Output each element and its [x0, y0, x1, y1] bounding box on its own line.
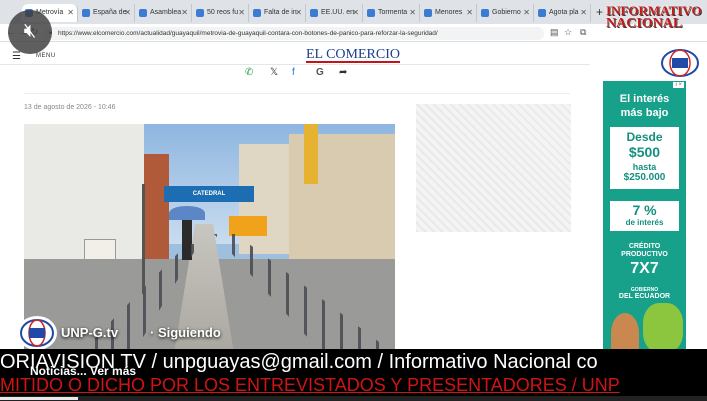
video-progress-track[interactable]	[0, 396, 707, 401]
close-tab-icon[interactable]: ✕	[238, 8, 245, 17]
x-icon[interactable]: 𝕏	[270, 67, 278, 78]
unp-tv-logo-icon	[20, 319, 54, 347]
tab-50-reos[interactable]: 50 reos fu ✕	[193, 4, 249, 22]
url-text: https://www.elcomercio.com/actualidad/gu…	[58, 30, 438, 37]
screen: Metrovía ✕ España de ✕ Asamblea ✕ 50 reos f…	[0, 0, 707, 401]
favicon-icon	[424, 9, 432, 17]
favicon-icon	[253, 9, 261, 17]
lamp-post	[142, 184, 145, 294]
channel-avatar[interactable]	[17, 316, 57, 350]
favicon-icon	[367, 9, 375, 17]
building-yellow	[304, 124, 318, 184]
ad-person-illustration	[611, 313, 639, 353]
close-tab-icon[interactable]: ✕	[181, 8, 188, 17]
building-red	[144, 154, 169, 274]
ad-product-line-2: PRODUCTIVO	[621, 251, 668, 258]
ad-amount-box: Desde $500 hasta $250.000	[610, 127, 679, 189]
facebook-icon[interactable]: f	[292, 67, 295, 78]
google-icon[interactable]: G	[316, 67, 324, 78]
tab-gobierno[interactable]: Gobierno ✕	[478, 4, 534, 22]
ad-banner[interactable]: i × El interés más bajo Desde $500 hasta…	[603, 81, 686, 353]
favicon-icon	[196, 9, 204, 17]
tab-label: Falta de in	[264, 9, 297, 16]
tab-label: Asamblea	[150, 9, 182, 16]
favicon-icon	[538, 9, 546, 17]
share-icon[interactable]: ➦	[339, 67, 347, 78]
close-tab-icon[interactable]: ✕	[580, 8, 587, 17]
ad-gov-line-2: DEL ECUADOR	[618, 293, 671, 300]
close-tab-icon[interactable]: ✕	[523, 8, 530, 17]
ad-desde-label: Desde	[626, 130, 663, 144]
bus	[229, 216, 267, 236]
ad-placeholder	[416, 104, 571, 232]
channel-name[interactable]: UNP-G.tv	[61, 325, 118, 340]
umbrella	[169, 206, 205, 220]
tab-label: Gobierno	[492, 9, 521, 16]
tab-tormenta[interactable]: Tormenta ✕	[364, 4, 420, 22]
favicon-icon	[310, 9, 318, 17]
close-tab-icon[interactable]: ✕	[352, 8, 359, 17]
menu-label[interactable]: MENU	[36, 53, 56, 59]
ad-line-1: El interés	[619, 93, 670, 105]
tab-menores[interactable]: Menores ✕	[421, 4, 477, 22]
tab-label: EE.UU. en	[321, 9, 355, 16]
mute-icon[interactable]: 🔇︎	[8, 10, 52, 54]
favicon-icon	[139, 9, 147, 17]
extensions-icon[interactable]: ⧉	[580, 27, 586, 38]
bus-stop-roof: CATEDRAL	[164, 186, 254, 202]
favicon-icon	[82, 9, 90, 17]
news-see-more-link[interactable]: Noticias... Ver más	[30, 364, 136, 378]
tab-falta[interactable]: Falta de in ✕	[250, 4, 306, 22]
tab-label: Agota pla	[549, 9, 579, 16]
hamburger-icon[interactable]: ☰	[12, 51, 21, 62]
tab-asamblea[interactable]: Asamblea ✕	[136, 4, 192, 22]
close-tab-icon[interactable]: ✕	[67, 8, 74, 17]
ad-line-2: más bajo	[620, 107, 669, 119]
divider	[24, 93, 570, 94]
ad-rate-label: de interés	[625, 218, 664, 227]
unp-tv-logo-icon	[661, 49, 699, 77]
article-photo: CATEDRAL	[24, 124, 395, 354]
ad-product-code: 7X7	[630, 260, 659, 277]
tab-label: 50 reos fu	[207, 9, 239, 16]
whatsapp-icon[interactable]: ✆	[245, 67, 253, 78]
ad-hasta-label: hasta	[632, 162, 657, 172]
tab-label: España de	[93, 9, 127, 16]
follow-status[interactable]: · Siguiendo	[150, 325, 221, 340]
broadcaster-line-2: NACIONAL	[606, 16, 683, 31]
site-header: ☰ MENU EL COMERCIO	[0, 43, 590, 65]
favicon-icon	[481, 9, 489, 17]
tab-label: Tormenta	[378, 9, 408, 16]
close-tab-icon[interactable]: ✕	[466, 8, 473, 17]
article-date: 13 de agosto de 2026 - 10:46	[24, 104, 116, 111]
new-tab-button[interactable]: +	[596, 5, 603, 19]
ad-choices-icon[interactable]: i ×	[673, 82, 684, 88]
ad-hasta-amount: $250.000	[623, 172, 666, 183]
tab-eeuu[interactable]: EE.UU. en ✕	[307, 4, 363, 22]
close-tab-icon[interactable]: ✕	[124, 8, 131, 17]
close-tab-icon[interactable]: ✕	[295, 8, 302, 17]
tab-espana[interactable]: España de ✕	[79, 4, 135, 22]
url-field[interactable]: 🔒︎ https://www.elcomercio.com/actualidad…	[44, 27, 544, 40]
broadcaster-logo: INFORMATIVO NACIONAL	[606, 4, 702, 31]
site-logo[interactable]: EL COMERCIO	[306, 48, 400, 63]
ad-banana-illustration	[643, 303, 683, 353]
tab-label: Menores	[435, 9, 463, 16]
parked-car	[84, 239, 116, 261]
video-progress-fill	[0, 397, 78, 400]
close-tab-icon[interactable]: ✕	[409, 8, 416, 17]
bookmark-star-icon[interactable]: ☆	[564, 27, 572, 38]
browser-tab-strip: Metrovía ✕ España de ✕ Asamblea ✕ 50 reos f…	[0, 0, 707, 24]
address-bar-row: ← → ↻ 🔒︎ https://www.elcomercio.com/actu…	[0, 24, 707, 42]
ad-rate: 7 %	[632, 202, 657, 218]
reader-icon[interactable]: ▤	[550, 27, 559, 38]
tab-agota[interactable]: Agota pla ✕	[535, 4, 591, 22]
ad-product-line-1: CRÉDITO	[628, 243, 661, 250]
ad-desde-amount: $500	[628, 144, 661, 160]
ad-rate-box: 7 % de interés	[610, 201, 679, 231]
